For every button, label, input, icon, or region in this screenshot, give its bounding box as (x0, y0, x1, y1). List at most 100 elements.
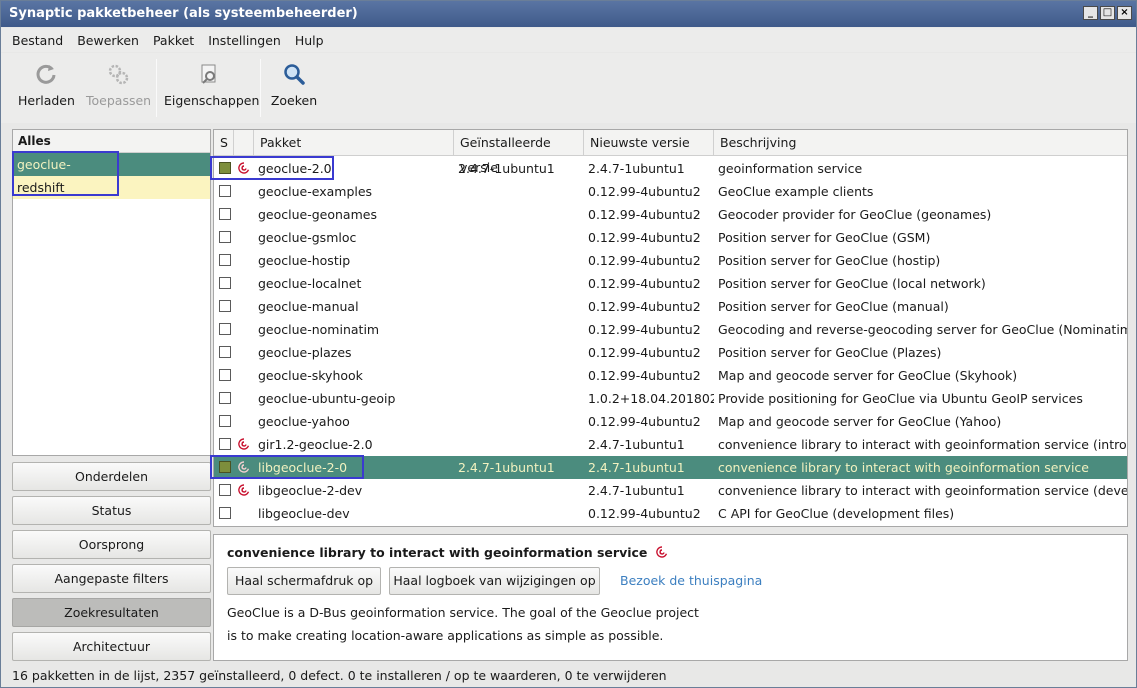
installed-version (458, 249, 584, 272)
package-checkbox[interactable] (219, 507, 231, 519)
latest-version: 2.4.7-1ubuntu1 (588, 437, 685, 452)
package-row[interactable]: geoclue-skyhook 0.12.99-4ubuntu2 Map and g… (214, 364, 1127, 387)
latest-version: 0.12.99-4ubuntu2 (588, 207, 701, 222)
debian-icon (655, 546, 667, 558)
package-checkbox[interactable] (219, 484, 231, 496)
minimize-icon[interactable]: _ (1083, 6, 1098, 20)
search-label: Zoeken (270, 93, 318, 108)
apply-button[interactable]: Toepassen (86, 61, 151, 108)
sections-button[interactable]: Onderdelen (12, 462, 211, 491)
gears-icon (105, 61, 131, 87)
package-checkbox[interactable] (219, 438, 231, 450)
package-row[interactable]: geoclue-hostip 0.12.99-4ubuntu2 Position s… (214, 249, 1127, 272)
properties-button[interactable]: Eigenschappen (164, 61, 259, 108)
pane-splitter[interactable] (213, 529, 1128, 533)
column-status[interactable]: S (214, 130, 234, 155)
package-row[interactable]: geoclue-nominatim 0.12.99-4ubuntu2 Geocodi… (214, 318, 1127, 341)
status-bar: 16 pakketten in de lijst, 2357 geïnstall… (1, 665, 1136, 687)
origin-button[interactable]: Oorsprong (12, 530, 211, 559)
homepage-link[interactable]: Bezoek de thuispagina (620, 573, 762, 588)
package-row[interactable]: geoclue-manual 0.12.99-4ubuntu2 Position s… (214, 295, 1127, 318)
package-name: geoclue-geonames (258, 207, 377, 222)
search-results-button[interactable]: Zoekresultaten (12, 598, 211, 627)
latest-version: 2.4.7-1ubuntu1 (588, 483, 685, 498)
reload-button[interactable]: Herladen (18, 61, 75, 108)
column-support[interactable] (234, 130, 254, 155)
get-screenshot-button[interactable]: Haal schermafdruk op (227, 567, 381, 595)
menu-hulp[interactable]: Hulp (288, 33, 331, 48)
maximize-icon[interactable]: □ (1100, 6, 1115, 20)
package-row[interactable]: geoclue-gsmloc 0.12.99-4ubuntu2 Position s… (214, 226, 1127, 249)
installed-checkbox[interactable] (219, 461, 231, 473)
package-checkbox[interactable] (219, 185, 231, 197)
package-name: geoclue-gsmloc (258, 230, 357, 245)
package-description: Map and geocode server for GeoClue (Yaho… (718, 414, 1002, 429)
description-line: GeoClue is a D-Bus geoinformation servic… (227, 605, 699, 620)
package-name: geoclue-2.0 (258, 161, 332, 176)
menu-bewerken[interactable]: Bewerken (70, 33, 146, 48)
latest-version: 0.12.99-4ubuntu2 (588, 276, 701, 291)
package-name: geoclue-hostip (258, 253, 351, 268)
package-checkbox[interactable] (219, 277, 231, 289)
toolbar-separator (260, 59, 261, 117)
package-row[interactable]: geoclue-examples 0.12.99-4ubuntu2 GeoClue … (214, 180, 1127, 203)
toolbar-separator (156, 59, 157, 117)
column-latest-version[interactable]: Nieuwste versie (584, 130, 714, 155)
latest-version: 0.12.99-4ubuntu2 (588, 368, 701, 383)
package-row[interactable]: libgeoclue-2-0 2.4.7-1ubuntu1 2.4.7-1ubunt… (214, 456, 1127, 479)
package-checkbox[interactable] (219, 392, 231, 404)
package-checkbox[interactable] (219, 208, 231, 220)
package-list-header: S Pakket Geïnstalleerde versie Nieuwste … (214, 130, 1127, 175)
properties-label: Eigenschappen (164, 93, 260, 108)
filter-list-header[interactable]: Alles (13, 130, 210, 153)
menu-instellingen[interactable]: Instellingen (201, 33, 288, 48)
package-checkbox[interactable] (219, 346, 231, 358)
latest-version: 0.12.99-4ubuntu2 (588, 345, 701, 360)
package-row[interactable]: geoclue-2.0 2.4.7-1ubuntu1 2.4.7-1ubuntu1 g… (214, 157, 1127, 180)
package-checkbox[interactable] (219, 323, 231, 335)
installed-checkbox[interactable] (219, 162, 231, 174)
filter-item-redshift[interactable]: redshift (13, 176, 210, 199)
package-checkbox[interactable] (219, 369, 231, 381)
search-button[interactable]: Zoeken (269, 61, 319, 108)
debian-icon (238, 484, 250, 496)
package-row[interactable]: geoclue-plazes 0.12.99-4ubuntu2 Position s… (214, 341, 1127, 364)
package-description: Geocoding and reverse-geocoding server f… (718, 322, 1127, 337)
close-icon[interactable]: × (1117, 6, 1132, 20)
installed-version (458, 318, 584, 341)
package-checkbox[interactable] (219, 300, 231, 312)
package-name: geoclue-yahoo (258, 414, 350, 429)
installed-version (458, 295, 584, 318)
package-row[interactable]: geoclue-ubuntu-geoip 1.0.2+18.04.20180223… (214, 387, 1127, 410)
package-row[interactable]: geoclue-localnet 0.12.99-4ubuntu2 Position… (214, 272, 1127, 295)
package-description: Provide positioning for GeoClue via Ubun… (718, 391, 1083, 406)
details-title-text: convenience library to interact with geo… (227, 545, 648, 560)
package-row[interactable]: gir1.2-geoclue-2.0 2.4.7-1ubuntu1 convenie… (214, 433, 1127, 456)
package-checkbox[interactable] (219, 231, 231, 243)
synaptic-window: Synaptic pakketbeheer (als systeembeheer… (0, 0, 1137, 688)
get-changelog-button[interactable]: Haal logboek van wijzigingen op (389, 567, 600, 595)
menu-bestand[interactable]: Bestand (5, 33, 70, 48)
package-row[interactable]: geoclue-yahoo 0.12.99-4ubuntu2 Map and geo… (214, 410, 1127, 433)
package-row[interactable]: geoclue-geonames 0.12.99-4ubuntu2 Geocoder… (214, 203, 1127, 226)
properties-icon (196, 61, 222, 87)
package-row[interactable]: libgeoclue-2-dev 2.4.7-1ubuntu1 convenienc… (214, 479, 1127, 502)
column-installed-version[interactable]: Geïnstalleerde versie (454, 130, 584, 175)
architecture-button[interactable]: Architectuur (12, 632, 211, 661)
status-button[interactable]: Status (12, 496, 211, 525)
package-description: convenience library to interact with geo… (718, 460, 1089, 475)
filter-item-geoclue[interactable]: geoclue- (13, 153, 210, 176)
reload-label: Herladen (18, 93, 75, 108)
package-checkbox[interactable] (219, 415, 231, 427)
package-checkbox[interactable] (219, 254, 231, 266)
installed-version (458, 387, 584, 410)
menu-pakket[interactable]: Pakket (146, 33, 201, 48)
column-package[interactable]: Pakket (254, 130, 454, 155)
installed-version (458, 203, 584, 226)
package-description: Position server for GeoClue (manual) (718, 299, 949, 314)
column-description[interactable]: Beschrijving (714, 130, 1127, 155)
custom-filters-button[interactable]: Aangepaste filters (12, 564, 211, 593)
package-row[interactable]: libgeoclue-dev 0.12.99-4ubuntu2 C API for … (214, 502, 1127, 525)
details-title: convenience library to interact with geo… (227, 545, 669, 560)
reload-icon (33, 61, 59, 87)
